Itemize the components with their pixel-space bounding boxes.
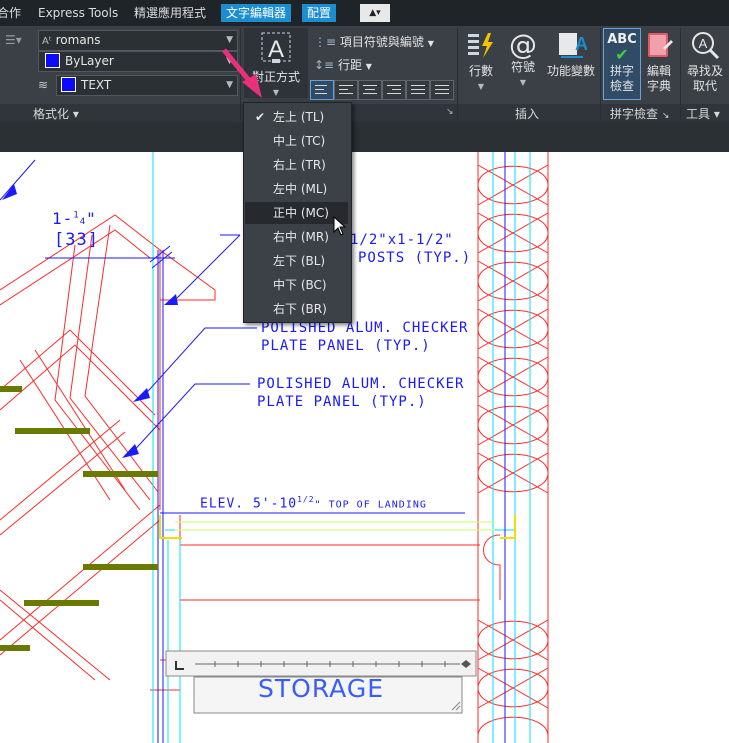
layer-icon: ≋ (38, 78, 49, 92)
justify-option-bl[interactable]: 左下 (BL) (245, 250, 348, 272)
paragraph-dialog-launcher-icon[interactable]: ↘ (446, 107, 454, 117)
svg-text:A: A (699, 36, 708, 51)
posts-note-line-1: 1/2"x1-1/2" (350, 232, 454, 248)
justify-dropdown-menu: ✔ 左上 (TL) 中上 (TC) 右上 (TR) 左中 (ML) 正中 (MC)… (243, 102, 352, 323)
spell-check-button[interactable]: ABC ✔ 拼字 檢查 (603, 28, 641, 100)
justify-option-tl[interactable]: ✔ 左上 (TL) (245, 106, 348, 128)
edit-dictionary-button[interactable]: 編輯 字典 (642, 30, 676, 94)
font-combo[interactable]: Aᵗ romans ▼ (38, 30, 238, 51)
chevron-down-icon: ▼ (519, 78, 527, 87)
panel-separator (600, 28, 601, 120)
elevation-note: ELEV. 5'-101/2" TOP OF LANDING (200, 495, 427, 512)
line-spacing-icon: ↕≡ (314, 58, 335, 72)
panel-title-insert: 插入 (515, 107, 540, 121)
symbol-button[interactable]: @ 符號 ▼ (504, 30, 542, 90)
svg-text:A: A (575, 34, 587, 54)
callout-arrow-icon (222, 48, 262, 98)
field-icon: A (559, 33, 588, 58)
columns-button[interactable]: 行數 ▼ (462, 30, 500, 94)
drawing-canvas[interactable]: 1-14" [33] 1/2"x1-1/2" POSTS (TYP.) POLI… (0, 152, 729, 743)
tab-featured-apps[interactable]: 精選應用程式 (129, 4, 211, 22)
justify-option-bc[interactable]: 中下 (BC) (245, 274, 348, 296)
panel-note-a-line-2: PLATE PANEL (TYP.) (261, 338, 431, 354)
panel-separator (680, 28, 681, 120)
panel-title-spell-check[interactable]: 拼字檢查 ↘ (610, 105, 669, 122)
panel-note-b-line-1: POLISHED ALUM. CHECKER (257, 376, 465, 392)
panel-title-tools[interactable]: 工具 ▾ (686, 105, 720, 122)
chevron-down-icon: ▼ (427, 39, 434, 48)
mouse-cursor-icon (333, 216, 347, 236)
layer-color-swatch (61, 77, 76, 92)
dimension-text: 1-14" (52, 209, 97, 228)
bullets-button[interactable]: ⋮≡ 項目符號與編號 ▼ (314, 33, 434, 50)
justify-option-tr[interactable]: 右上 (TR) (245, 154, 348, 176)
field-button[interactable]: A 功能變數 (544, 30, 598, 79)
paragraph-default-button[interactable] (310, 80, 334, 100)
line-spacing-button[interactable]: ↕≡ 行距 ▼ (314, 56, 372, 73)
checkmark-icon: ✔ (255, 110, 266, 124)
tab-text-editor[interactable]: 文字編輯器 (221, 4, 292, 22)
dictionary-icon (648, 33, 673, 57)
layer-combo[interactable]: TEXT ▼ (56, 75, 238, 96)
color-swatch (45, 53, 60, 68)
justify-text-button[interactable] (406, 80, 430, 100)
chevron-down-icon: ▼ (365, 62, 372, 71)
distribute-button[interactable] (430, 80, 454, 100)
justify-option-ml[interactable]: 左中 (ML) (245, 178, 348, 200)
find-icon: A (692, 32, 720, 60)
color-combo[interactable]: ByLayer ▼ (38, 51, 238, 72)
dimension-metric-text: [33] (54, 230, 99, 250)
font-icon: Aᵗ (42, 36, 52, 47)
justify-option-br[interactable]: 右下 (BR) (245, 298, 348, 320)
text-style-icon[interactable]: ☰▾ (5, 33, 22, 47)
align-right-button[interactable] (382, 80, 406, 100)
tab-overflow-dropdown[interactable]: ▲▾ (360, 4, 390, 22)
ribbon-tab-bar: 合作 Express Tools 精選應用程式 文字編輯器 配置 ▲▾ (0, 0, 729, 26)
tab-express-tools[interactable]: Express Tools (33, 4, 123, 22)
storage-mtext-editor[interactable]: STORAGE (258, 674, 384, 703)
panel-title-format[interactable]: 格式化 ▾ (33, 105, 79, 122)
drawing-tab-strip (0, 122, 729, 152)
panel-note-b-line-2: PLATE PANEL (TYP.) (257, 394, 427, 410)
posts-note-line-2: POSTS (TYP.) (358, 250, 472, 266)
tab-collaborate[interactable]: 合作 (0, 4, 26, 22)
justify-option-tc[interactable]: 中上 (TC) (245, 130, 348, 152)
tab-layout[interactable]: 配置 (302, 4, 337, 22)
align-left-button[interactable] (334, 80, 358, 100)
list-icon: ⋮≡ (314, 35, 337, 49)
align-center-button[interactable] (358, 80, 382, 100)
panel-separator (457, 28, 458, 120)
find-replace-button[interactable]: A 尋找及 取代 (683, 30, 727, 94)
at-symbol-icon: @ (509, 28, 537, 61)
abc-check-icon: ABC ✔ (607, 32, 637, 64)
columns-icon (468, 33, 493, 58)
svg-text:A: A (268, 36, 284, 63)
chevron-down-icon: ▼ (477, 82, 485, 91)
